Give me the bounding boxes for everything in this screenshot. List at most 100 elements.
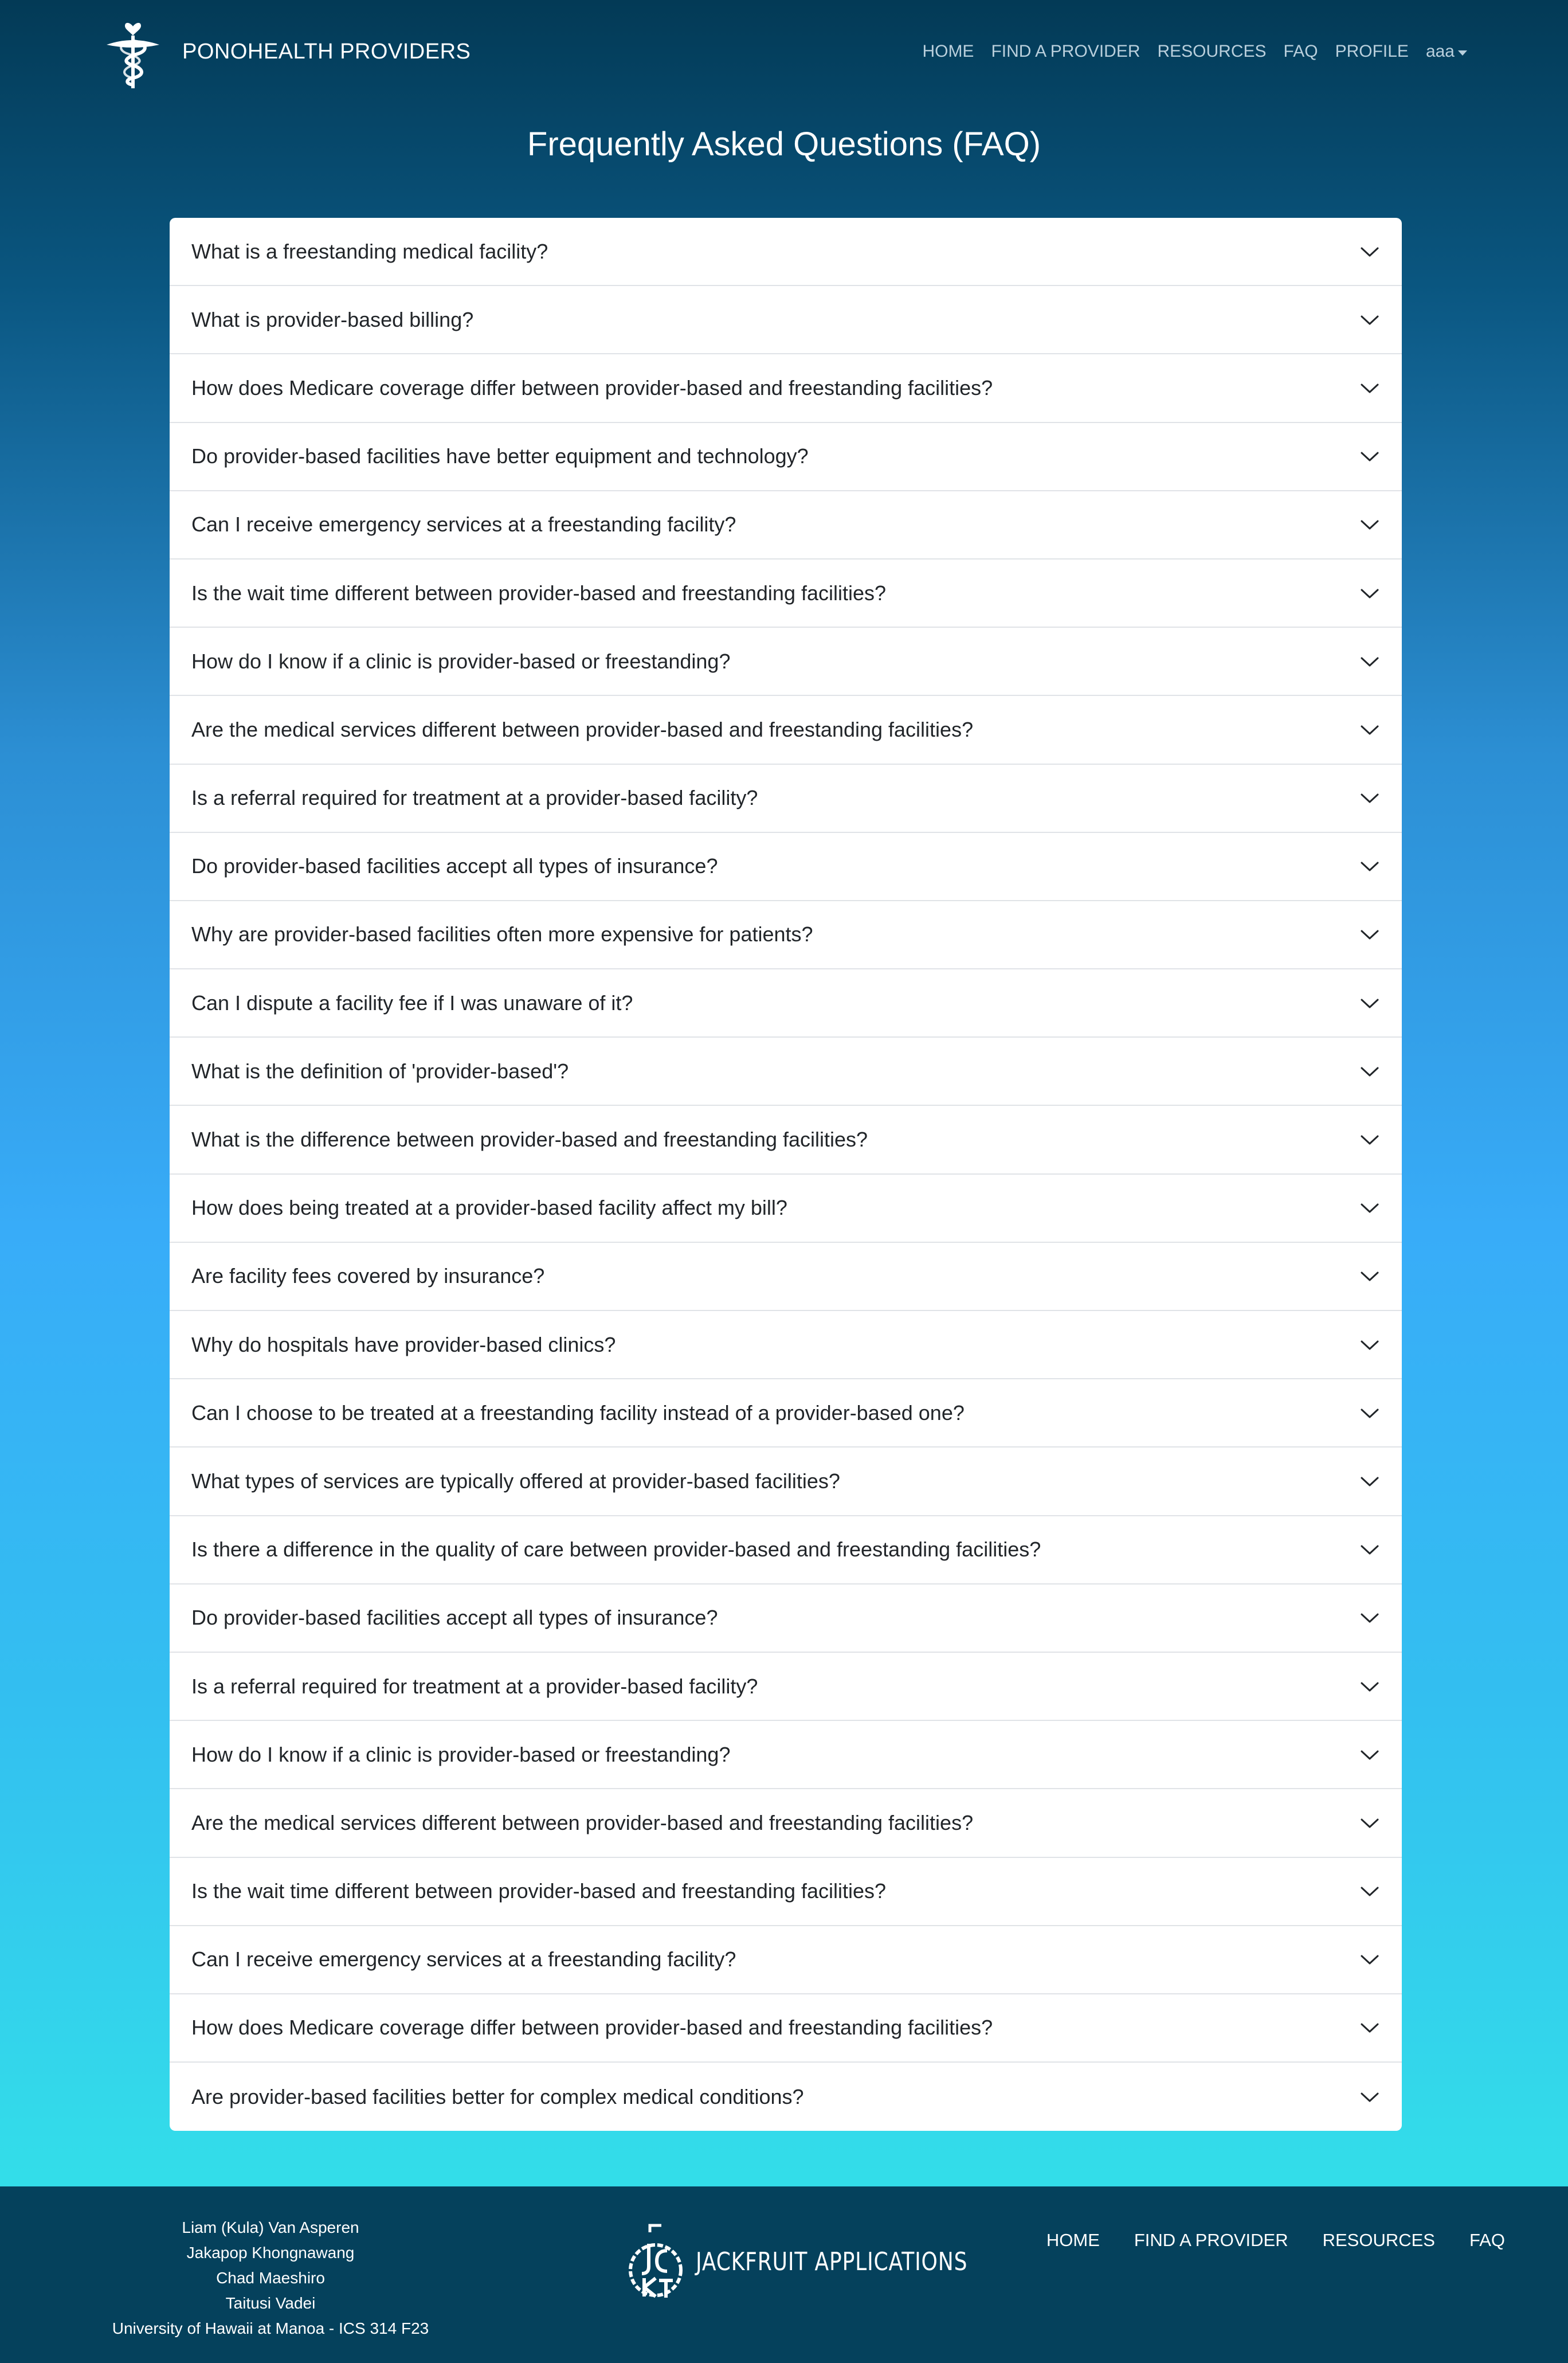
credit-line: University of Hawaii at Manoa - ICS 314 …: [112, 2319, 429, 2337]
faq-question: What is the difference between provider-…: [191, 1128, 868, 1152]
chevron-down-icon: [1361, 1545, 1379, 1555]
faq-item[interactable]: How does being treated at a provider-bas…: [170, 1175, 1402, 1243]
faq-item[interactable]: Why do hospitals have provider-based cli…: [170, 1311, 1402, 1380]
footer-link-find-provider[interactable]: FIND A PROVIDER: [1134, 2230, 1288, 2251]
nav-links: HOME FIND A PROVIDER RESOURCES FAQ PROFI…: [922, 42, 1467, 61]
nav-link-resources[interactable]: RESOURCES: [1158, 42, 1267, 61]
nav-link-profile[interactable]: PROFILE: [1335, 42, 1409, 61]
chevron-down-icon: [1361, 930, 1379, 940]
footer-link-resources[interactable]: RESOURCES: [1323, 2230, 1435, 2251]
chevron-down-icon: [1361, 247, 1379, 257]
chevron-down-icon: [1361, 589, 1379, 598]
chevron-down-icon: [1361, 1135, 1379, 1145]
footer-link-faq[interactable]: FAQ: [1469, 2230, 1505, 2251]
faq-question: Is there a difference in the quality of …: [191, 1537, 1041, 1562]
faq-question: Why do hospitals have provider-based cli…: [191, 1332, 616, 1356]
footer-link-home[interactable]: HOME: [1046, 2230, 1100, 2251]
nav-link-find-provider[interactable]: FIND A PROVIDER: [991, 42, 1140, 61]
faq-question: Are the medical services different betwe…: [191, 717, 974, 741]
faq-item[interactable]: Can I receive emergency services at a fr…: [170, 491, 1402, 560]
faq-item[interactable]: Are facility fees covered by insurance?: [170, 1243, 1402, 1311]
chevron-down-icon: [1361, 2023, 1379, 2033]
faq-item[interactable]: How does Medicare coverage differ betwee…: [170, 1994, 1402, 2063]
faq-question: Are facility fees covered by insurance?: [191, 1264, 545, 1288]
faq-item[interactable]: How do I know if a clinic is provider-ba…: [170, 1721, 1402, 1790]
faq-item[interactable]: How does Medicare coverage differ betwee…: [170, 354, 1402, 423]
chevron-down-icon: [1361, 452, 1379, 461]
faq-question: How does Medicare coverage differ betwee…: [191, 375, 993, 400]
chevron-down-icon: [1361, 725, 1379, 735]
faq-item[interactable]: Are provider-based facilities better for…: [170, 2063, 1402, 2131]
faq-question: What is the definition of 'provider-base…: [191, 1059, 569, 1083]
user-name: aaa: [1425, 42, 1455, 61]
chevron-down-icon: [1361, 1409, 1379, 1418]
navbar-brand[interactable]: PONOHEALTH PROVIDERS: [103, 13, 471, 91]
chevron-down-icon: [1361, 1887, 1379, 1896]
footer: Liam (Kula) Van Asperen Jakapop Khongnaw…: [0, 2186, 1568, 2363]
chevron-down-icon: [1361, 793, 1379, 803]
chevron-down-icon: [1361, 1682, 1379, 1692]
faq-question: How does being treated at a provider-bas…: [191, 1196, 787, 1220]
chevron-down-icon: [1361, 1818, 1379, 1828]
faq-item[interactable]: What is the difference between provider-…: [170, 1106, 1402, 1175]
brand-name: PONOHEALTH PROVIDERS: [182, 39, 471, 64]
faq-item[interactable]: What is provider-based billing?: [170, 286, 1402, 355]
navbar: PONOHEALTH PROVIDERS HOME FIND A PROVIDE…: [0, 0, 1568, 103]
faq-item[interactable]: Do provider-based facilities accept all …: [170, 1585, 1402, 1653]
faq-item[interactable]: What types of services are typically off…: [170, 1447, 1402, 1516]
faq-item[interactable]: Is the wait time different between provi…: [170, 560, 1402, 628]
faq-item[interactable]: Do provider-based facilities accept all …: [170, 833, 1402, 901]
footer-nav: HOME FIND A PROVIDER RESOURCES FAQ: [1046, 2230, 1505, 2251]
chevron-down-icon: [1361, 384, 1379, 393]
nav-link-home[interactable]: HOME: [922, 42, 974, 61]
faq-question: Can I receive emergency services at a fr…: [191, 512, 736, 537]
footer-credits: Liam (Kula) Van Asperen Jakapop Khongnaw…: [108, 2215, 433, 2341]
faq-question: What types of services are typically off…: [191, 1469, 840, 1493]
caret-down-icon: [1458, 50, 1467, 56]
faq-item[interactable]: Is a referral required for treatment at …: [170, 1653, 1402, 1722]
faq-question: Why are provider-based facilities often …: [191, 922, 813, 946]
faq-question: Are the medical services different betwe…: [191, 1810, 974, 1834]
faq-item[interactable]: Is there a difference in the quality of …: [170, 1516, 1402, 1585]
chevron-down-icon: [1361, 315, 1379, 325]
faq-question: Do provider-based facilities accept all …: [191, 1606, 718, 1630]
faq-item[interactable]: Can I receive emergency services at a fr…: [170, 1926, 1402, 1994]
caduceus-heart-icon: [107, 22, 159, 88]
faq-question: What is a freestanding medical facility?: [191, 239, 548, 263]
chevron-down-icon: [1361, 1955, 1379, 1965]
faq-item[interactable]: Is the wait time different between provi…: [170, 1858, 1402, 1926]
faq-item[interactable]: What is a freestanding medical facility?: [170, 218, 1402, 287]
faq-item[interactable]: Are the medical services different betwe…: [170, 1789, 1402, 1858]
faq-item[interactable]: Is a referral required for treatment at …: [170, 765, 1402, 833]
credit-line: Jakapop Khongnawang: [186, 2244, 355, 2262]
faq-question: Is the wait time different between provi…: [191, 1879, 887, 1903]
faq-item[interactable]: Can I choose to be treated at a freestan…: [170, 1379, 1402, 1448]
faq-item[interactable]: Why are provider-based facilities often …: [170, 901, 1402, 970]
faq-item[interactable]: Do provider-based facilities have better…: [170, 423, 1402, 491]
chevron-down-icon: [1361, 1272, 1379, 1281]
faq-question: Is a referral required for treatment at …: [191, 786, 758, 810]
user-menu-dropdown[interactable]: aaa: [1426, 42, 1467, 61]
credit-line: Chad Maeshiro: [216, 2269, 325, 2287]
chevron-down-icon: [1361, 1477, 1379, 1486]
faq-question: How do I know if a clinic is provider-ba…: [191, 649, 731, 673]
nav-link-faq[interactable]: FAQ: [1284, 42, 1318, 61]
chevron-down-icon: [1361, 1203, 1379, 1213]
faq-question: How do I know if a clinic is provider-ba…: [191, 1742, 731, 1766]
faq-item[interactable]: Can I dispute a facility fee if I was un…: [170, 969, 1402, 1038]
faq-item[interactable]: What is the definition of 'provider-base…: [170, 1038, 1402, 1106]
faq-question: Do provider-based facilities have better…: [191, 444, 809, 468]
faq-question: Can I receive emergency services at a fr…: [191, 1947, 736, 1971]
chevron-down-icon: [1361, 1340, 1379, 1350]
jackfruit-logo-icon: [629, 2224, 683, 2298]
faq-accordion: What is a freestanding medical facility?…: [170, 218, 1402, 2131]
faq-question: Can I dispute a facility fee if I was un…: [191, 991, 633, 1015]
faq-item[interactable]: Are the medical services different betwe…: [170, 696, 1402, 765]
faq-question: What is provider-based billing?: [191, 307, 474, 331]
chevron-down-icon: [1361, 862, 1379, 871]
faq-question: Is a referral required for treatment at …: [191, 1674, 758, 1698]
faq-question: Can I choose to be treated at a freestan…: [191, 1400, 965, 1425]
faq-question: Is the wait time different between provi…: [191, 581, 887, 605]
credit-line: Liam (Kula) Van Asperen: [182, 2219, 359, 2236]
faq-item[interactable]: How do I know if a clinic is provider-ba…: [170, 628, 1402, 697]
